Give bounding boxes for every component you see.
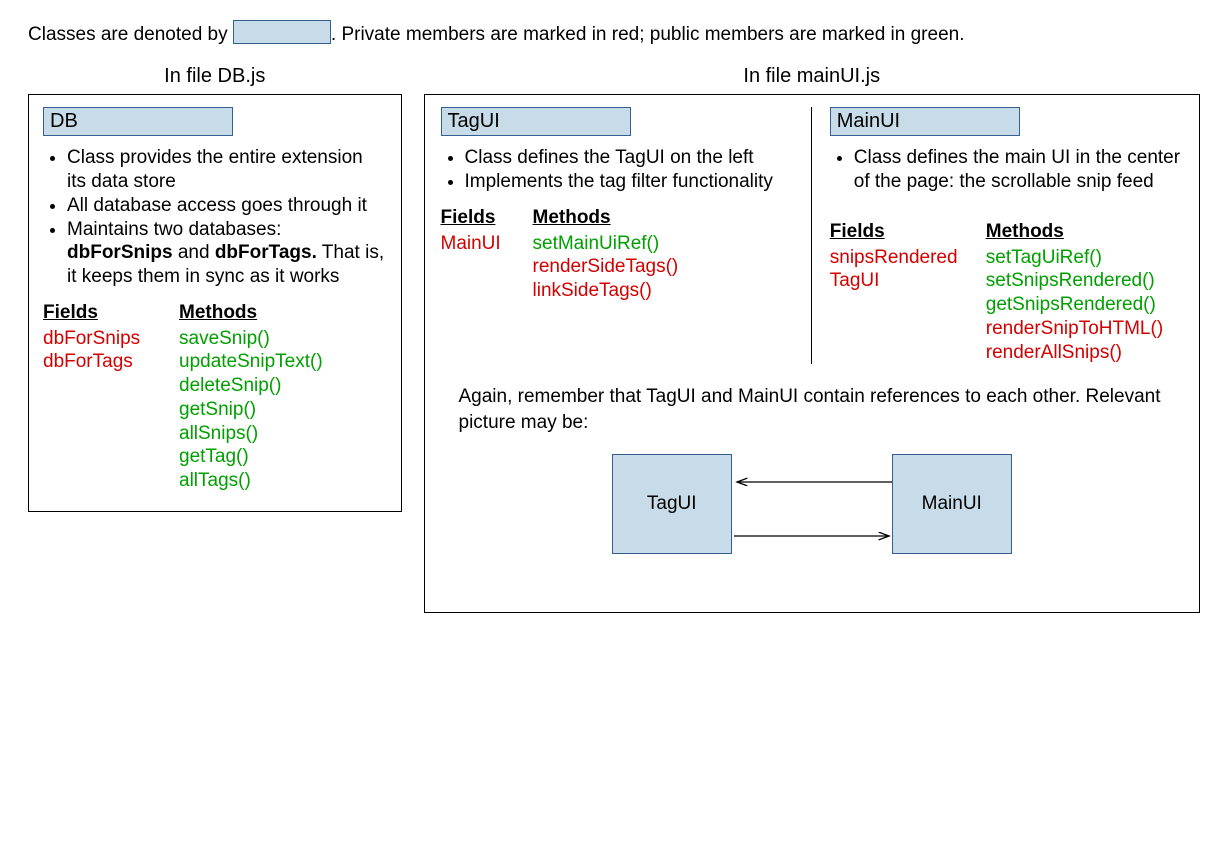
fields-header: Fields	[43, 301, 163, 325]
tagui-methods-col: Methods setMainUiRef()renderSideTags()li…	[533, 206, 679, 303]
methods-header: Methods	[179, 301, 323, 325]
tagui-desc-list: Class defines the TagUI on the left Impl…	[441, 146, 801, 194]
tagui-bullet: Class defines the TagUI on the left	[465, 146, 801, 170]
db-method: updateSnipText()	[179, 350, 323, 374]
mainui-method: renderAllSnips()	[986, 341, 1163, 365]
tagui-field: MainUI	[441, 232, 517, 256]
class-color-swatch	[233, 20, 331, 44]
tagui-bullet: Implements the tag filter functionality	[465, 170, 801, 194]
legend-text-2: . Private members are marked in red; pub…	[331, 24, 965, 45]
db-method: getSnip()	[179, 398, 323, 422]
db-methods-col: Methods saveSnip() updateSnipText() dele…	[179, 301, 323, 493]
mainui-field: snipsRendered	[830, 246, 970, 270]
db-desc-list: Class provides the entire extension its …	[43, 146, 387, 289]
class-tag-mainui: MainUI	[830, 107, 1020, 136]
db-bullet: Maintains two databases: dbForSnips and …	[67, 218, 387, 289]
reference-diagram: TagUI MainUI	[572, 444, 1052, 594]
db-bullet: All database access goes through it	[67, 194, 387, 218]
class-tag-tagui: TagUI	[441, 107, 631, 136]
tagui-method: linkSideTags()	[533, 279, 679, 303]
db-file-block: DB Class provides the entire extension i…	[28, 94, 402, 512]
mainui-bullet: Class defines the main UI in the center …	[854, 146, 1183, 194]
mainui-field: TagUI	[830, 269, 970, 293]
file-label-mainui: In file mainUI.js	[424, 65, 1201, 88]
mainui-method: renderSnipToHTML()	[986, 317, 1163, 341]
legend: Classes are denoted by . Private members…	[28, 20, 1200, 49]
mainui-method: setTagUiRef()	[986, 246, 1163, 270]
methods-header: Methods	[986, 220, 1163, 244]
legend-text-1: Classes are denoted by	[28, 24, 233, 45]
db-method: getTag()	[179, 445, 323, 469]
mainui-method: getSnipsRendered()	[986, 293, 1163, 317]
reference-note: Again, remember that TagUI and MainUI co…	[459, 384, 1186, 435]
db-field: dbForTags	[43, 350, 163, 374]
class-tag-db: DB	[43, 107, 233, 136]
db-method: allTags()	[179, 469, 323, 493]
methods-header: Methods	[533, 206, 679, 230]
file-label-db: In file DB.js	[28, 65, 402, 88]
mainui-file-column: In file mainUI.js TagUI Class defines th…	[424, 59, 1201, 612]
mainui-section: MainUI Class defines the main UI in the …	[812, 107, 1185, 364]
tagui-method: renderSideTags()	[533, 255, 679, 279]
db-fields-col: Fields dbForSnips dbForTags	[43, 301, 163, 493]
mainui-methods-col: Methods setTagUiRef()setSnipsRendered()g…	[986, 220, 1163, 365]
mainui-fields-col: Fields snipsRendered TagUI	[830, 220, 970, 365]
db-method: saveSnip()	[179, 327, 323, 351]
db-file-column: In file DB.js DB Class provides the enti…	[28, 59, 402, 512]
mainui-method: setSnipsRendered()	[986, 269, 1163, 293]
db-method: deleteSnip()	[179, 374, 323, 398]
fields-header: Fields	[830, 220, 970, 244]
reference-arrows	[572, 444, 1052, 594]
mainui-desc-list: Class defines the main UI in the center …	[830, 146, 1183, 194]
tagui-fields-col: Fields MainUI	[441, 206, 517, 303]
fields-header: Fields	[441, 206, 517, 230]
tagui-section: TagUI Class defines the TagUI on the lef…	[439, 107, 812, 364]
tagui-method: setMainUiRef()	[533, 232, 679, 256]
mainui-file-block: TagUI Class defines the TagUI on the lef…	[424, 94, 1201, 612]
db-field: dbForSnips	[43, 327, 163, 351]
db-method: allSnips()	[179, 422, 323, 446]
db-bullet: Class provides the entire extension its …	[67, 146, 387, 194]
